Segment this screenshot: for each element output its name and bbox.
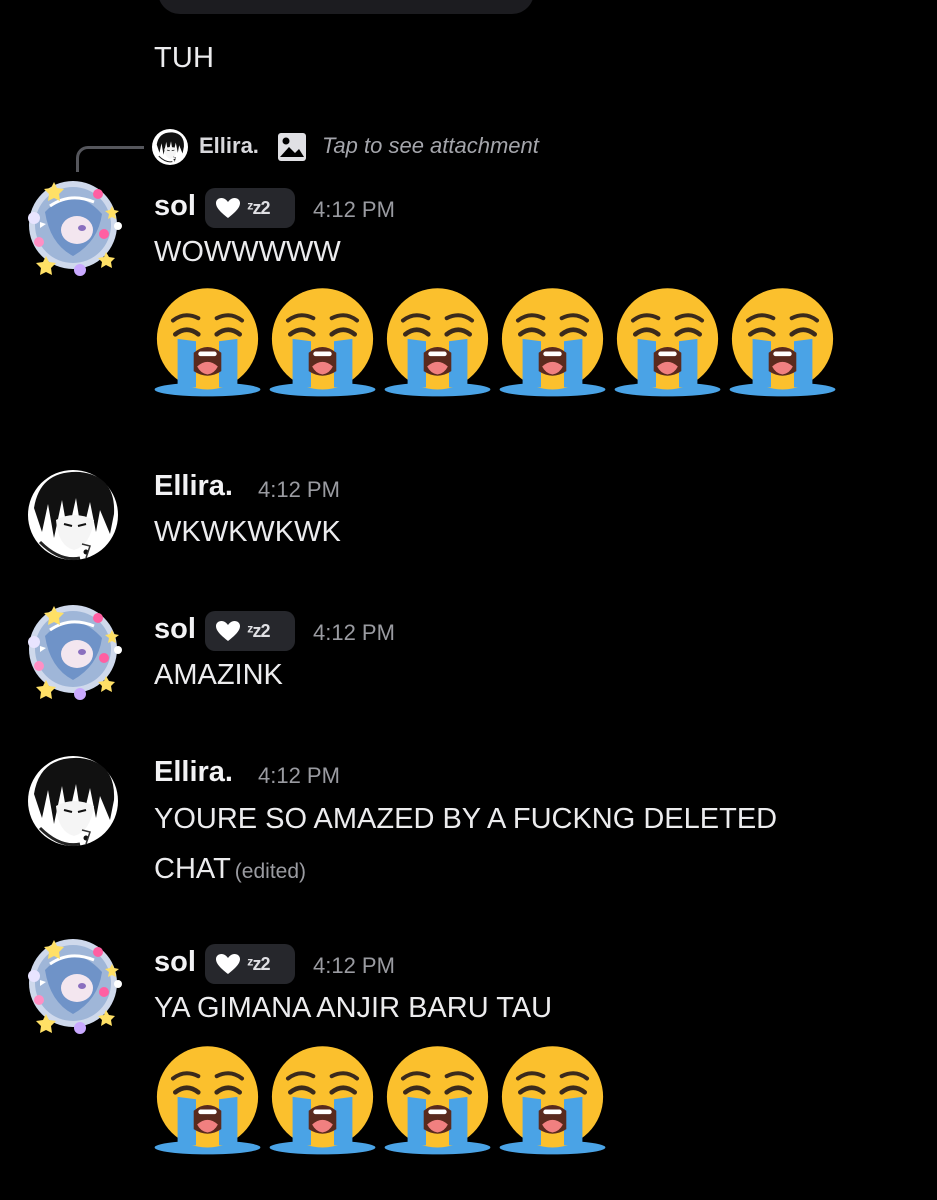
loudly-crying-face-icon[interactable] (380, 1044, 495, 1159)
reply-author-name[interactable]: Ellira. (199, 133, 259, 159)
user-badge[interactable]: ᶻz᠌2 (205, 188, 295, 228)
badge-text: ᶻz᠌2 (247, 197, 271, 218)
loudly-crying-face-icon[interactable] (495, 286, 610, 401)
white-heart-icon (215, 197, 241, 219)
message-text-line2: CHAT (edited) (154, 845, 306, 896)
message-text: WOWWWWW (154, 236, 341, 268)
emoji-row (150, 1044, 610, 1159)
username[interactable]: Ellira. (154, 756, 233, 789)
user-badge[interactable]: ᶻz᠌2 (205, 611, 295, 651)
avatar[interactable] (20, 930, 126, 1036)
loudly-crying-face-icon[interactable] (725, 286, 840, 401)
timestamp: 4:12 PM (258, 763, 340, 788)
timestamp: 4:12 PM (258, 477, 340, 502)
avatar[interactable] (20, 462, 126, 568)
white-heart-icon (215, 620, 241, 642)
reply-author-avatar[interactable] (152, 129, 188, 165)
loudly-crying-face-icon[interactable] (610, 286, 725, 401)
message-text-line1: YOURE SO AMAZED BY A FUCKNG DELETED (154, 803, 778, 835)
username[interactable]: sol (154, 613, 196, 646)
message-text: AMAZINK (154, 659, 283, 691)
username[interactable]: Ellira. (154, 470, 233, 503)
message-text-tuh: TUH (154, 42, 215, 74)
timestamp: 4:12 PM (313, 197, 395, 222)
user-badge[interactable]: ᶻz᠌2 (205, 944, 295, 984)
avatar[interactable] (20, 748, 126, 854)
reply-attachment-text[interactable]: Tap to see attachment (322, 133, 539, 159)
message-text: CHAT (154, 853, 231, 885)
username[interactable]: sol (154, 190, 196, 223)
loudly-crying-face-icon[interactable] (380, 286, 495, 401)
image-icon (276, 131, 308, 163)
timestamp: 4:12 PM (313, 620, 395, 645)
badge-text: ᶻz᠌2 (247, 620, 271, 641)
message-text: WKWKWKWK (154, 516, 341, 548)
timestamp: 4:12 PM (313, 953, 395, 978)
loudly-crying-face-icon[interactable] (265, 1044, 380, 1159)
white-heart-icon (215, 953, 241, 975)
previous-message-embed[interactable] (158, 0, 534, 14)
message-text: YA GIMANA ANJIR BARU TAU (154, 992, 553, 1024)
badge-text: ᶻz᠌2 (247, 953, 271, 974)
avatar[interactable] (20, 596, 126, 702)
username[interactable]: sol (154, 946, 196, 979)
loudly-crying-face-icon[interactable] (150, 286, 265, 401)
chat-view: TUH Ellira. Tap to see attachment sol ᶻz… (0, 0, 937, 1200)
loudly-crying-face-icon[interactable] (265, 286, 380, 401)
edited-label: (edited) (234, 860, 306, 883)
avatar[interactable] (20, 172, 126, 278)
reply-connector (76, 146, 144, 172)
loudly-crying-face-icon[interactable] (495, 1044, 610, 1159)
emoji-row (150, 286, 840, 401)
loudly-crying-face-icon[interactable] (150, 1044, 265, 1159)
